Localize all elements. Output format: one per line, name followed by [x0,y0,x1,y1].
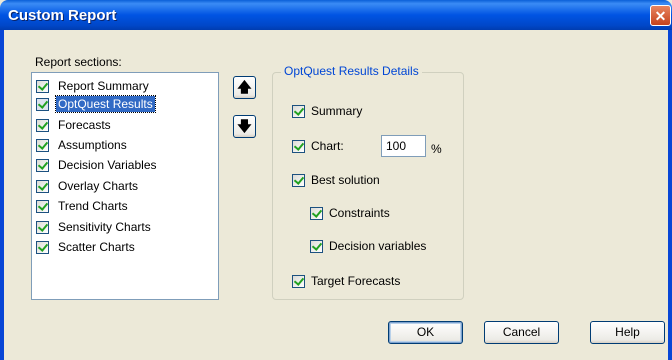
chart-unit-label: % [431,142,442,156]
best-solution-checkbox[interactable] [292,173,305,187]
decision-variables-option[interactable]: Decision variables [310,239,426,253]
list-item-label: Sensitivity Charts [58,220,151,234]
chart-label: Chart: [311,139,344,153]
list-item-label: Decision Variables [58,158,157,172]
list-item-trend-charts[interactable]: Trend Charts [36,197,130,215]
list-item-label: Overlay Charts [58,179,139,193]
scatter-charts-checkbox[interactable] [36,240,49,254]
list-item-label: Trend Charts [58,199,128,213]
list-item-label: Assumptions [58,138,127,152]
summary-option[interactable]: Summary [292,104,362,118]
decision-variables-detail-checkbox[interactable] [310,239,323,253]
constraints-option[interactable]: Constraints [310,206,390,220]
list-item-assumptions[interactable]: Assumptions [36,136,129,154]
decision-variables-checkbox[interactable] [36,158,49,172]
sensitivity-charts-checkbox[interactable] [36,220,49,234]
list-item-decision-variables[interactable]: Decision Variables [36,156,159,174]
list-item-sensitivity-charts[interactable]: Sensitivity Charts [36,218,153,236]
list-item-label: Scatter Charts [58,240,135,254]
help-button[interactable]: Help [590,321,665,344]
list-item-report-summary[interactable]: Report Summary [36,77,151,95]
move-down-button[interactable]: 🡇 [233,115,256,138]
list-item-optquest-results[interactable]: OptQuest Results [36,95,156,113]
forecasts-checkbox[interactable] [36,118,49,132]
list-item-label: OptQuest Results [55,95,156,113]
arrow-down-icon: 🡇 [237,118,252,134]
list-item-scatter-charts[interactable]: Scatter Charts [36,238,137,256]
window-title: Custom Report [8,7,117,24]
chart-size-input[interactable]: 100 [381,135,426,157]
title-bar[interactable]: Custom Report ✕ [0,0,672,30]
optquest-results-checkbox[interactable] [36,97,49,111]
assumptions-checkbox[interactable] [36,138,49,152]
chart-checkbox[interactable] [292,139,305,153]
target-forecasts-option[interactable]: Target Forecasts [292,274,400,288]
window-frame-right [668,30,672,360]
list-item-label: Report Summary [58,79,149,93]
summary-label: Summary [311,104,363,118]
list-item-overlay-charts[interactable]: Overlay Charts [36,177,140,195]
summary-checkbox[interactable] [292,104,305,118]
list-item-forecasts[interactable]: Forecasts [36,116,113,134]
move-up-button[interactable]: 🡅 [233,76,256,99]
close-button[interactable]: ✕ [650,5,671,26]
close-icon: ✕ [654,8,667,24]
optquest-details-title: OptQuest Results Details [281,64,422,78]
best-solution-option[interactable]: Best solution [292,173,380,187]
best-solution-label: Best solution [311,173,380,187]
target-forecasts-checkbox[interactable] [292,274,305,288]
list-item-label: Forecasts [58,118,111,132]
cancel-button[interactable]: Cancel [484,321,559,344]
report-sections-list[interactable]: Report Summary OptQuest Results Forecast… [31,72,219,300]
ok-button[interactable]: OK [388,321,463,344]
report-summary-checkbox[interactable] [36,79,49,93]
report-sections-label: Report sections: [35,55,122,69]
window-frame-left [0,30,4,360]
chart-option[interactable]: Chart: [292,139,344,153]
target-forecasts-label: Target Forecasts [311,274,401,288]
trend-charts-checkbox[interactable] [36,199,49,213]
arrow-up-icon: 🡅 [237,79,252,95]
constraints-label: Constraints [329,206,390,220]
overlay-charts-checkbox[interactable] [36,179,49,193]
constraints-checkbox[interactable] [310,206,323,220]
decision-variables-detail-label: Decision variables [329,239,427,253]
